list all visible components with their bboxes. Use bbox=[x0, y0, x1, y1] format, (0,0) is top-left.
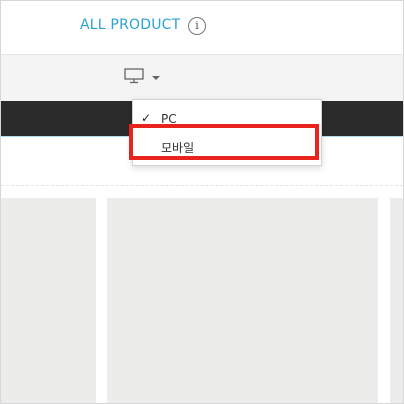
product-card[interactable] bbox=[1, 198, 96, 403]
product-grid bbox=[1, 186, 403, 403]
app-frame: ALL PRODUCT i ✓ PC 모바일 bbox=[0, 0, 404, 404]
highlight-box bbox=[129, 124, 319, 160]
product-card[interactable] bbox=[107, 198, 378, 403]
page-title[interactable]: ALL PRODUCT bbox=[80, 17, 180, 33]
info-icon[interactable]: i bbox=[188, 17, 206, 35]
monitor-icon bbox=[124, 68, 144, 84]
device-preview-button[interactable] bbox=[124, 68, 166, 90]
toolbar bbox=[1, 55, 403, 101]
top-header: ALL PRODUCT i bbox=[1, 1, 403, 55]
check-icon: ✓ bbox=[141, 111, 152, 125]
chevron-down-icon bbox=[152, 76, 160, 80]
product-card[interactable] bbox=[390, 198, 403, 403]
